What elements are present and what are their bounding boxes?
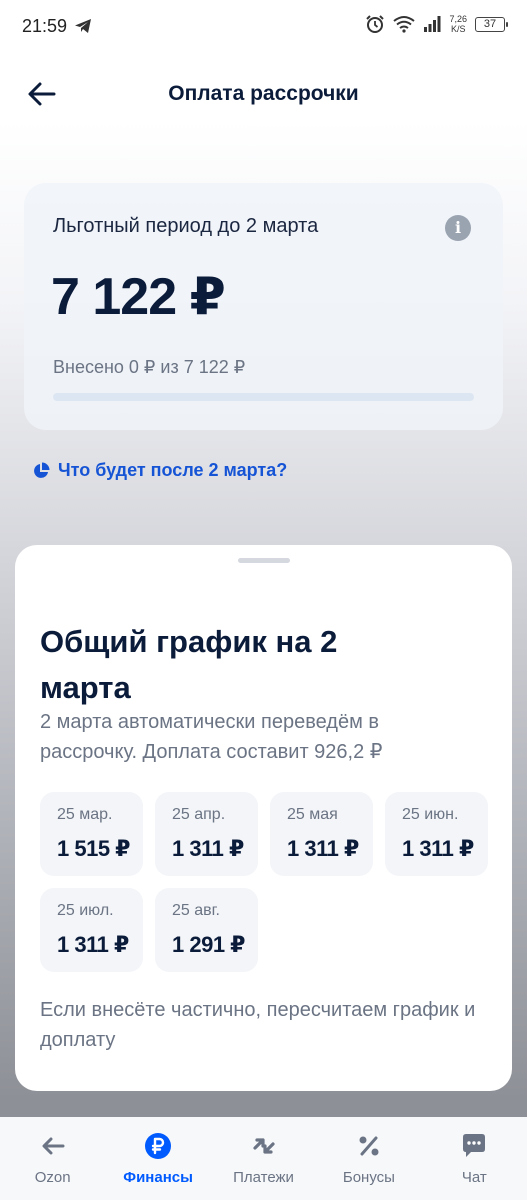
payment-amount: 1 311 ₽ — [287, 836, 359, 861]
network-speed: 7,26 K/S — [449, 14, 467, 34]
nav-item-payments[interactable]: Платежи — [211, 1117, 316, 1200]
payment-date: 25 апр. — [172, 806, 226, 823]
payment-date: 25 мая — [287, 806, 338, 823]
transfer-arrows-icon — [252, 1138, 275, 1154]
payment-tile: 25 июн. 1 311 ₽ — [385, 792, 488, 876]
status-bar: 21:59 7,26 K/S 37 — [0, 0, 527, 52]
alarm-icon — [366, 15, 385, 33]
payment-progress-bar — [53, 393, 474, 401]
nav-label: Финансы — [123, 1169, 193, 1186]
chat-bubble-icon — [463, 1134, 486, 1157]
nav-label: Ozon — [34, 1169, 71, 1186]
ozon-arrow-icon — [42, 1137, 65, 1155]
network-speed-unit: K/S — [450, 24, 466, 34]
schedule-note: Если внесёте частично, пересчитаем графи… — [40, 999, 476, 1051]
page-title: Оплата рассрочки — [168, 82, 359, 105]
after-grace-link[interactable]: Что будет после 2 марта? — [32, 460, 287, 481]
payment-tile: 25 мар. 1 515 ₽ — [40, 792, 143, 876]
payment-tile: 25 мая 1 311 ₽ — [270, 792, 373, 876]
telegram-icon — [75, 19, 91, 33]
payment-schedule-grid: 25 мар. 1 515 ₽ 25 апр. 1 311 ₽ 25 мая 1 311 … — [40, 792, 488, 972]
signal-icon — [424, 16, 441, 32]
nav-label: Платежи — [233, 1169, 294, 1186]
paid-amount-text: Внесено 0 ₽ из 7 122 ₽ — [53, 357, 246, 377]
wifi-icon — [393, 16, 416, 33]
payment-amount: 1 515 ₽ — [57, 836, 130, 861]
status-time: 21:59 — [22, 16, 68, 36]
payment-amount: 1 311 ₽ — [57, 932, 129, 957]
nav-item-chat[interactable]: Чат — [422, 1117, 527, 1200]
percent-icon — [359, 1136, 379, 1156]
bottom-nav: Ozon Финансы Платежи Бонусы Чат — [0, 1117, 527, 1200]
grace-amount: 7 122 ₽ — [51, 268, 226, 326]
payment-tile: 25 апр. 1 311 ₽ — [155, 792, 258, 876]
header: Оплата рассрочки — [0, 70, 527, 120]
grace-period-label: Льготный период до 2 марта — [53, 215, 319, 237]
payment-tile: 25 авг. 1 291 ₽ — [155, 888, 258, 972]
nav-label: Чат — [461, 1169, 487, 1186]
payment-date: 25 июн. — [402, 806, 459, 823]
payment-date: 25 авг. — [172, 902, 220, 919]
nav-label: Бонусы — [342, 1169, 395, 1186]
schedule-description: 2 марта автоматически переведём в рассро… — [40, 711, 383, 763]
sheet-drag-handle[interactable] — [238, 558, 290, 563]
payment-amount: 1 311 ₽ — [172, 836, 244, 861]
network-speed-value: 7,26 — [449, 14, 467, 24]
ruble-icon — [145, 1133, 172, 1159]
payment-amount: 1 291 ₽ — [172, 932, 245, 957]
pie-chart-icon — [34, 462, 50, 478]
payment-tile: 25 июл. 1 311 ₽ — [40, 888, 143, 972]
nav-item-finance[interactable]: Финансы — [105, 1117, 210, 1200]
payment-amount: 1 311 ₽ — [402, 836, 474, 861]
grace-period-card: Льготный период до 2 марта i 7 122 ₽ Вне… — [24, 183, 503, 430]
battery-icon: 37 — [475, 16, 508, 32]
after-grace-link-text[interactable]: Что будет после 2 марта? — [58, 460, 287, 481]
schedule-title: Общий график на 2 марта — [40, 624, 338, 705]
nav-item-ozon[interactable]: Ozon — [0, 1117, 105, 1200]
status-indicators: 7,26 K/S 37 — [365, 14, 508, 34]
info-icon[interactable]: i — [445, 215, 471, 241]
payment-date: 25 июл. — [57, 902, 114, 919]
nav-item-bonuses[interactable]: Бонусы — [316, 1117, 421, 1200]
payment-date: 25 мар. — [57, 806, 113, 823]
schedule-sheet: Общий график на 2 марта 2 марта автомати… — [15, 545, 512, 1091]
